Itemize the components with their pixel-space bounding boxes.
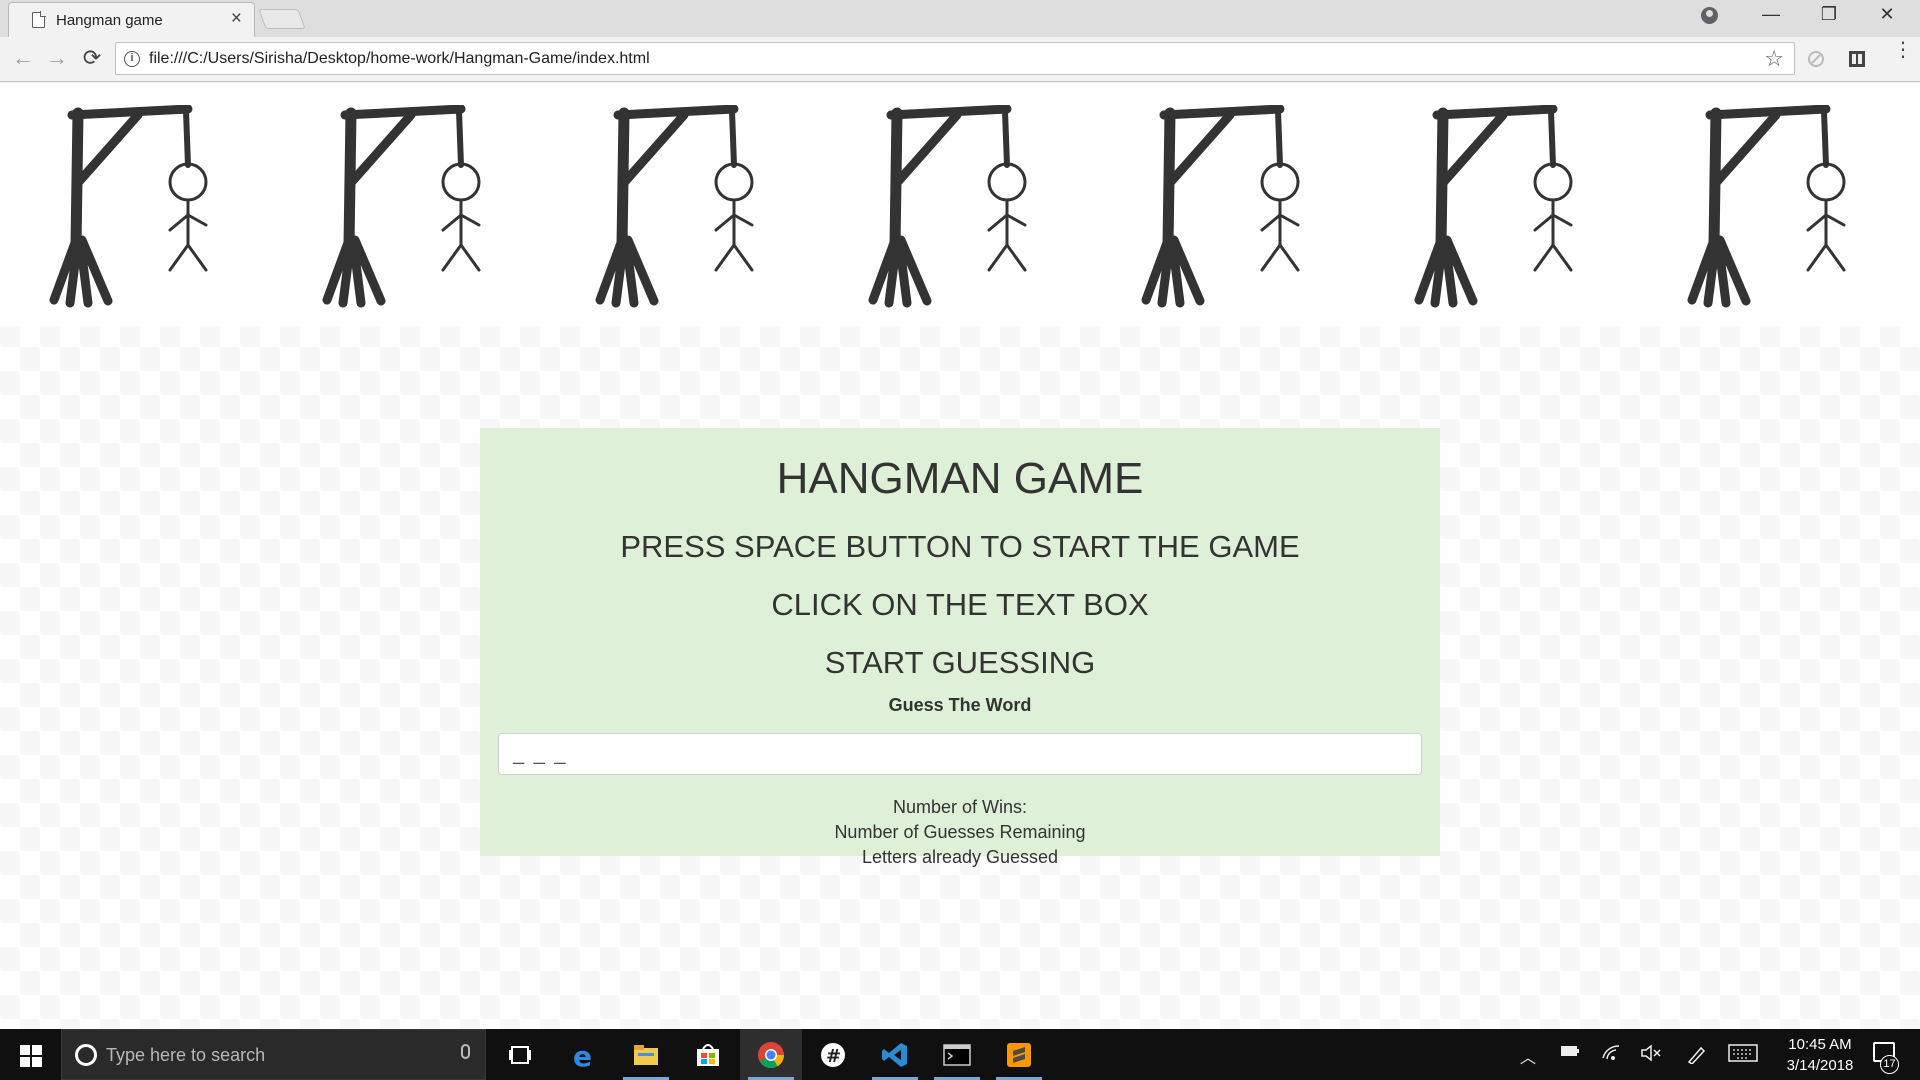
restore-button[interactable]: ❐ — [1809, 4, 1849, 25]
tab-strip: Hangman game × — ❐ ✕ — [0, 0, 1920, 37]
browser-tab[interactable]: Hangman game × — [8, 2, 255, 37]
clock-time: 10:45 AM — [1788, 1036, 1852, 1053]
guess-word-input[interactable]: _ _ _ — [498, 733, 1422, 775]
address-bar[interactable]: i file:///C:/Users/Sirisha/Desktop/home-… — [115, 42, 1795, 75]
file-explorer-icon[interactable] — [615, 1029, 677, 1080]
slack-icon[interactable]: # — [802, 1029, 864, 1080]
windows-start-icon[interactable] — [20, 1045, 42, 1067]
chrome-icon[interactable] — [740, 1029, 802, 1080]
taskbar-search[interactable]: Type here to search — [61, 1029, 486, 1080]
wins-count: Number of Wins: — [892, 797, 1028, 817]
keyboard-icon[interactable] — [1728, 1044, 1758, 1067]
back-button[interactable]: ← — [10, 45, 36, 71]
volume-muted-icon[interactable] — [1640, 1044, 1662, 1067]
close-window-button[interactable]: ✕ — [1867, 4, 1907, 25]
gallows-image — [595, 105, 754, 308]
page-viewport: HANGMAN GAME PRESS SPACE BUTTON TO START… — [0, 83, 1920, 1029]
search-placeholder: Type here to search — [106, 1045, 266, 1065]
taskbar: Type here to search e # ︿ 10:45 AM 3/14/… — [0, 1029, 1920, 1080]
pen-ink-icon[interactable] — [1685, 1044, 1707, 1069]
cortana-icon — [75, 1044, 97, 1066]
tab-close-icon[interactable]: × — [231, 9, 242, 28]
edge-icon[interactable]: e — [553, 1029, 615, 1080]
gallows-image — [1141, 105, 1300, 308]
url-text[interactable]: file:///C:/Users/Sirisha/Desktop/home-wo… — [149, 50, 650, 68]
gallows-image — [868, 105, 1027, 308]
gallows-banner — [0, 83, 1920, 326]
svg-text:e: e — [573, 1041, 592, 1069]
gallows-image — [49, 105, 208, 308]
info-icon[interactable]: i — [124, 51, 140, 67]
svg-text:#: # — [826, 1046, 841, 1067]
guess-label: Guess The Word — [888, 695, 1032, 715]
show-hidden-icons-chevron-icon[interactable]: ︿ — [1520, 1044, 1536, 1068]
microphone-icon[interactable] — [461, 1044, 470, 1059]
wifi-icon[interactable] — [1601, 1044, 1621, 1067]
page-icon — [32, 11, 46, 28]
profile-icon[interactable] — [1701, 7, 1718, 24]
new-tab-button[interactable] — [258, 9, 306, 29]
sublime-text-icon[interactable] — [988, 1029, 1050, 1080]
minimize-button[interactable]: — — [1751, 4, 1791, 25]
gallows-image — [1414, 105, 1573, 308]
chrome-menu-icon[interactable]: ⋮ — [1893, 40, 1913, 60]
instruction-click: CLICK ON THE TEXT BOX — [771, 587, 1149, 622]
guesses-remaining: Number of Guesses Remaining — [834, 822, 1086, 842]
reload-button[interactable]: ⟳ — [79, 45, 105, 71]
store-icon[interactable] — [677, 1029, 739, 1080]
game-title: HANGMAN GAME — [776, 454, 1144, 503]
gallows-image — [1687, 105, 1846, 308]
extension-icon[interactable] — [1806, 49, 1826, 74]
tab-title: Hangman game — [56, 12, 163, 29]
task-view-icon[interactable] — [489, 1029, 551, 1080]
gallows-image — [322, 105, 481, 308]
clock-date: 3/14/2018 — [1786, 1057, 1854, 1074]
instruction-start: PRESS SPACE BUTTON TO START THE GAME — [620, 529, 1300, 564]
terminal-icon[interactable] — [926, 1029, 988, 1080]
bookmark-star-icon[interactable]: ☆ — [1764, 46, 1784, 72]
battery-icon[interactable] — [1560, 1044, 1580, 1063]
letters-guessed: Letters already Guessed — [861, 847, 1059, 867]
game-panel: HANGMAN GAME PRESS SPACE BUTTON TO START… — [480, 428, 1440, 867]
browser-toolbar: ← → ⟳ i file:///C:/Users/Sirisha/Desktop… — [0, 37, 1920, 82]
notification-count-badge: 17 — [1880, 1055, 1899, 1074]
reader-extension-icon[interactable] — [1847, 49, 1867, 74]
instruction-guess: START GUESSING — [824, 645, 1096, 680]
clock[interactable]: 10:45 AM 3/14/2018 — [1770, 1034, 1870, 1076]
forward-button[interactable]: → — [44, 45, 70, 71]
vscode-icon[interactable] — [864, 1029, 926, 1080]
